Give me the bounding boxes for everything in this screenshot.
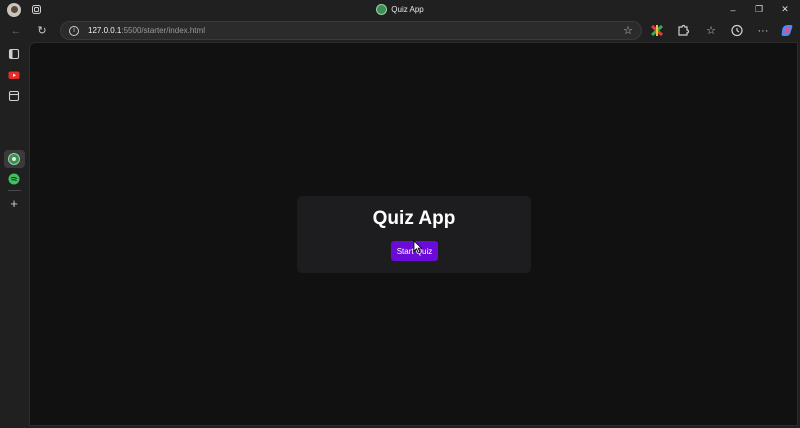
extensions-puzzle-icon[interactable] — [674, 22, 692, 39]
browser-toolbar: ← ↻ i 127.0.0.1:5500/starter/index.html … — [0, 19, 800, 42]
window-title: Quiz App — [391, 5, 424, 14]
history-icon[interactable] — [728, 22, 746, 39]
sidebar-divider — [8, 190, 21, 191]
favorites-button[interactable]: ☆ — [702, 22, 720, 39]
close-button[interactable]: ✕ — [772, 0, 798, 19]
page-title: Quiz App — [372, 208, 456, 229]
more-menu-button[interactable]: ··· — [754, 22, 772, 39]
page-viewport: Quiz App Start Quiz — [29, 42, 798, 426]
minimize-button[interactable]: – — [720, 0, 746, 19]
address-bar[interactable]: i 127.0.0.1:5500/starter/index.html ☆ — [60, 21, 642, 40]
mouse-cursor-icon — [413, 240, 423, 254]
collections-icon[interactable] — [7, 89, 21, 103]
title-bar: Quiz App – ❐ ✕ — [0, 0, 800, 19]
extension-colorful-icon[interactable] — [648, 22, 666, 39]
spotify-icon[interactable] — [7, 172, 21, 186]
youtube-icon[interactable] — [7, 68, 21, 82]
quiz-start-card: Quiz App Start Quiz — [297, 196, 531, 273]
tab-favicon-icon — [376, 4, 388, 15]
add-icon[interactable]: + — [7, 196, 21, 211]
site-info-icon[interactable]: i — [69, 26, 79, 36]
profile-avatar[interactable] — [7, 3, 21, 17]
refresh-button[interactable]: ↻ — [33, 22, 51, 39]
back-button[interactable]: ← — [7, 22, 25, 39]
restore-button[interactable]: ❐ — [746, 0, 772, 19]
browser-sidebar: + — [0, 42, 29, 428]
workspaces-icon[interactable] — [31, 4, 42, 15]
url-text[interactable]: 127.0.0.1:5500/starter/index.html — [88, 26, 205, 35]
copilot-icon[interactable] — [778, 22, 796, 39]
favorite-star-icon[interactable]: ☆ — [623, 24, 633, 37]
tabs-icon[interactable] — [7, 47, 21, 61]
